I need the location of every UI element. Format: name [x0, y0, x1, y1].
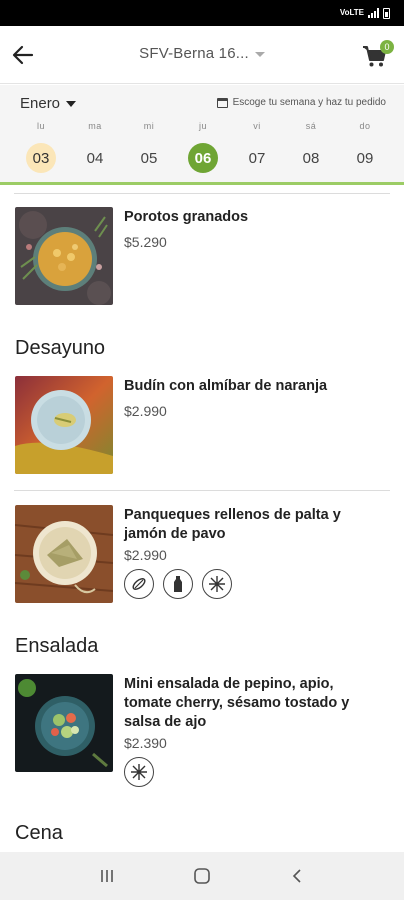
chevron-down-icon	[254, 52, 265, 57]
gluten-icon	[124, 569, 154, 599]
menu-item-ensalada[interactable]: Mini ensalada de pepino, apio, tomate ch…	[15, 674, 390, 787]
status-bar: VoLTE	[0, 0, 404, 26]
top-app-bar: SFV-Berna 16... 0	[0, 26, 404, 84]
item-price: $5.290	[124, 234, 167, 250]
menu-item-budin[interactable]: Budín con almíbar de naranja $2.990	[15, 376, 390, 476]
item-name: Panqueques rellenos de palta y jamón de …	[124, 507, 341, 542]
cart-button[interactable]: 0	[362, 38, 394, 70]
allergen-tags	[124, 757, 154, 787]
dish-image	[15, 376, 113, 474]
day-wednesday[interactable]: mi 05	[122, 121, 176, 173]
item-price: $2.990	[124, 403, 167, 419]
battery-icon	[383, 7, 390, 19]
day-tuesday[interactable]: ma 04	[68, 121, 122, 173]
menu-list: Porotos granados $5.290 Desayuno Budín c…	[0, 185, 404, 852]
divider	[14, 490, 390, 491]
day-thursday[interactable]: ju 06	[176, 121, 230, 173]
day-friday[interactable]: vi 07	[230, 121, 284, 173]
signal-icon	[368, 8, 379, 18]
item-price: $2.390	[124, 735, 167, 751]
divider	[14, 193, 390, 194]
month-label: Enero	[20, 95, 61, 112]
menu-item-porotos[interactable]: Porotos granados $5.290	[15, 207, 390, 307]
day-name: do	[359, 121, 371, 131]
item-name: Mini ensalada de pepino, apio, tomate ch…	[124, 676, 350, 730]
day-number: 03	[26, 143, 56, 173]
item-name: Budín con almíbar de naranja	[124, 378, 328, 394]
week-hint-text: Escoge tu semana y haz tu pedido	[232, 97, 386, 108]
system-back-button[interactable]	[277, 856, 317, 896]
day-sunday[interactable]: do 09	[338, 121, 392, 173]
day-name: sá	[305, 121, 317, 131]
section-title-cena: Cena	[15, 822, 63, 844]
dish-image	[15, 207, 113, 305]
day-number: 06	[188, 143, 218, 173]
recent-apps-icon	[101, 870, 114, 882]
network-label: VoLTE	[339, 8, 364, 17]
store-name: SFV-Berna 16...	[139, 45, 249, 62]
caret-down-icon	[66, 100, 77, 107]
day-number: 07	[248, 149, 266, 167]
dish-image	[15, 505, 113, 603]
chevron-left-icon	[292, 869, 301, 883]
day-number: 04	[86, 149, 104, 167]
section-title-desayuno: Desayuno	[15, 337, 106, 359]
day-name: ju	[198, 121, 207, 131]
day-name: ma	[88, 121, 102, 131]
day-name: mi	[143, 121, 155, 131]
frozen-icon	[202, 569, 232, 599]
week-hint[interactable]: Escoge tu semana y haz tu pedido	[216, 97, 386, 108]
day-name: vi	[253, 121, 261, 131]
recent-apps-button[interactable]	[87, 856, 127, 896]
day-number: 08	[302, 149, 320, 167]
allergen-tags	[124, 569, 232, 599]
calendar-icon	[216, 97, 228, 108]
day-monday[interactable]: lu 03	[14, 121, 68, 173]
day-saturday[interactable]: sá 08	[284, 121, 338, 173]
item-price: $2.990	[124, 547, 167, 563]
month-selector[interactable]: Enero	[20, 95, 77, 112]
day-row: lu 03 ma 04 mi 05 ju 06 vi 07 sá 08 do 0…	[0, 121, 404, 173]
cart-count-badge: 0	[380, 40, 394, 54]
system-nav-bar	[0, 852, 404, 900]
day-number: 05	[140, 149, 158, 167]
item-name: Porotos granados	[124, 209, 249, 225]
dairy-bottle-icon	[163, 569, 193, 599]
section-title-ensalada: Ensalada	[15, 635, 99, 657]
home-button[interactable]	[182, 856, 222, 896]
menu-item-panqueques[interactable]: Panqueques rellenos de palta y jamón de …	[15, 505, 390, 605]
day-name: lu	[36, 121, 45, 131]
home-icon	[194, 868, 210, 884]
week-calendar: Enero Escoge tu semana y haz tu pedido l…	[0, 85, 404, 185]
store-selector[interactable]: SFV-Berna 16...	[0, 45, 404, 62]
dish-image	[15, 674, 113, 772]
frozen-icon	[124, 757, 154, 787]
day-number: 09	[356, 149, 374, 167]
